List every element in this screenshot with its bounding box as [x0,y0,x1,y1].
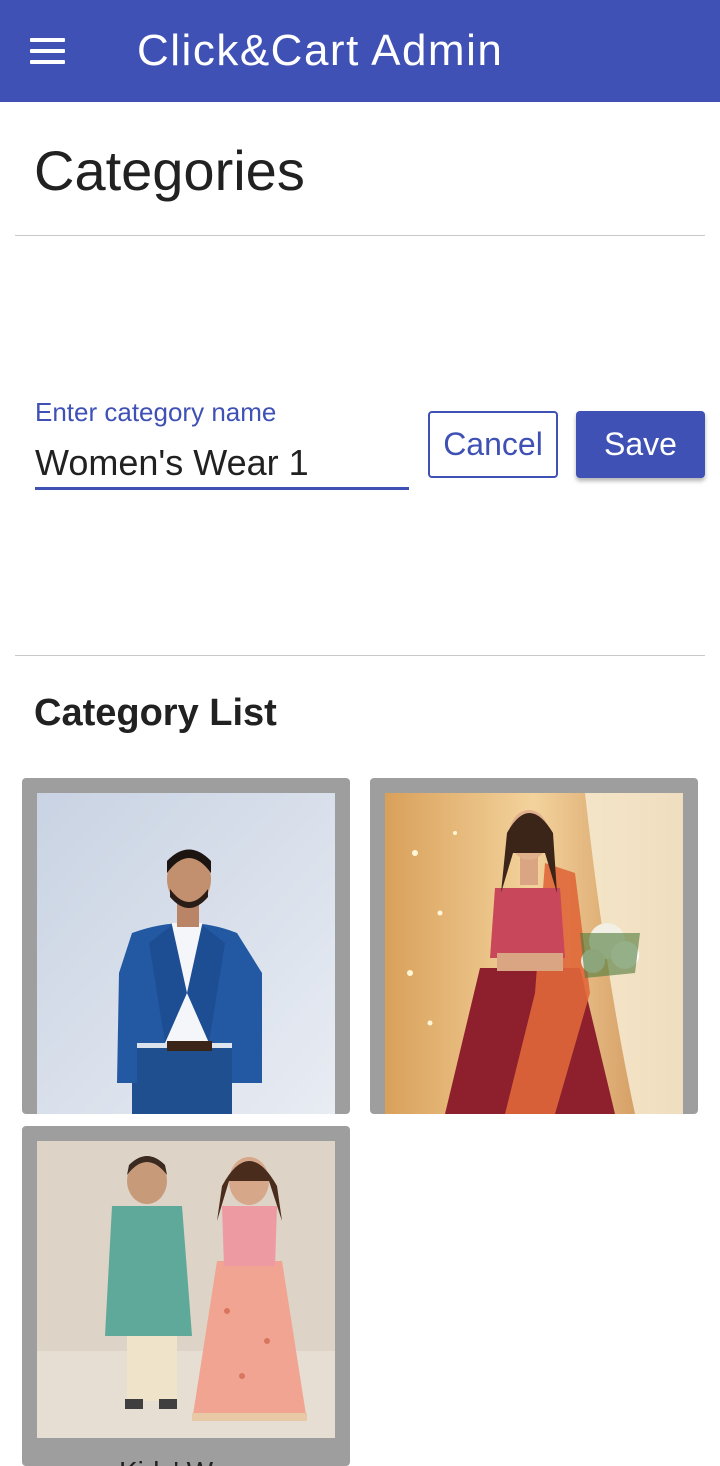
kids-ethnic-photo [37,1141,335,1438]
men-suit-photo [37,793,335,1114]
save-button[interactable]: Save [576,411,705,478]
category-card-label: Kids' Wear [22,1456,350,1466]
category-list-title: Category List [34,692,277,734]
app-title: Click&Cart Admin [137,26,504,75]
divider [15,235,705,236]
category-card[interactable] [370,778,698,1114]
category-name-label: Enter category name [35,397,277,427]
page-title: Categories [34,139,305,202]
menu-icon[interactable] [30,33,74,69]
cancel-button[interactable]: Cancel [428,411,558,478]
category-card[interactable]: Kids' Wear [22,1126,350,1466]
app-bar: Click&Cart Admin [0,0,720,102]
divider [15,655,705,656]
women-lehenga-photo [385,793,683,1114]
category-name-input[interactable] [35,438,409,490]
category-card[interactable] [22,778,350,1114]
